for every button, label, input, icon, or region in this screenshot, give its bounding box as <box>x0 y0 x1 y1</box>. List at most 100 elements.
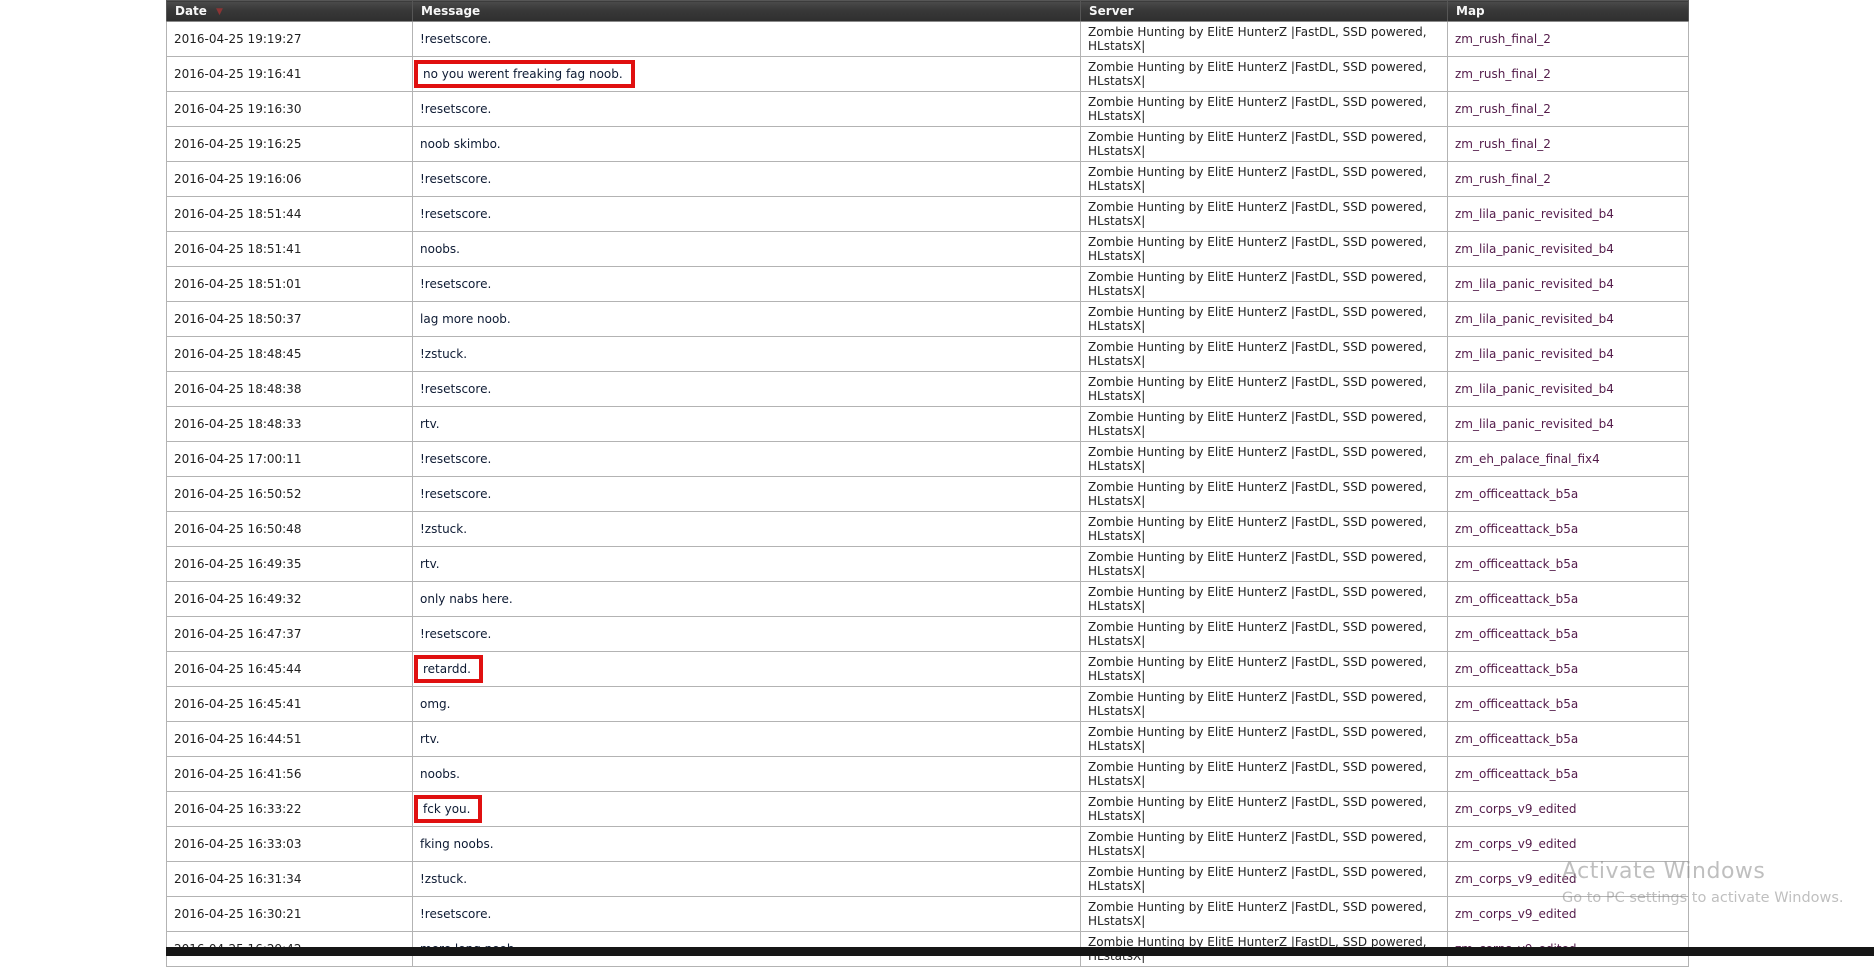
message-text: only nabs here. <box>420 592 513 606</box>
message-cell: !resetscore. <box>412 371 1081 407</box>
server-cell: Zombie Hunting by ElitE HunterZ |FastDL,… <box>1080 441 1448 477</box>
column-header-date[interactable]: Date ▼ <box>166 0 413 22</box>
map-link[interactable]: zm_corps_v9_edited <box>1455 907 1577 921</box>
message-text-red-boxed: retardd. <box>414 655 483 683</box>
date-cell: 2016-04-25 18:51:01 <box>166 266 413 302</box>
message-text: !resetscore. <box>420 102 492 116</box>
map-link[interactable]: zm_corps_v9_edited <box>1455 837 1577 851</box>
column-header-server[interactable]: Server <box>1080 0 1448 22</box>
server-cell: Zombie Hunting by ElitE HunterZ |FastDL,… <box>1080 231 1448 267</box>
map-link[interactable]: zm_lila_panic_revisited_b4 <box>1455 207 1614 221</box>
table-row: 2016-04-25 16:45:44 retardd. Zombie Hunt… <box>166 651 1689 687</box>
server-cell: Zombie Hunting by ElitE HunterZ |FastDL,… <box>1080 896 1448 932</box>
message-cell: !resetscore. <box>412 616 1081 652</box>
message-cell: !resetscore. <box>412 91 1081 127</box>
message-text: rtv. <box>420 417 440 431</box>
map-link[interactable]: zm_rush_final_2 <box>1455 67 1551 81</box>
table-row: 2016-04-25 19:16:06 !resetscore. Zombie … <box>166 161 1689 197</box>
server-cell: Zombie Hunting by ElitE HunterZ |FastDL,… <box>1080 581 1448 617</box>
map-link[interactable]: zm_rush_final_2 <box>1455 172 1551 186</box>
map-link[interactable]: zm_officeattack_b5a <box>1455 697 1578 711</box>
date-cell: 2016-04-25 16:49:32 <box>166 581 413 617</box>
map-cell: zm_lila_panic_revisited_b4 <box>1447 371 1689 407</box>
message-text: fking noobs. <box>420 837 494 851</box>
message-text-red-boxed: no you werent freaking fag noob. <box>414 60 635 88</box>
map-link[interactable]: zm_rush_final_2 <box>1455 102 1551 116</box>
map-cell: zm_lila_panic_revisited_b4 <box>1447 231 1689 267</box>
date-cell: 2016-04-25 16:41:56 <box>166 756 413 792</box>
map-link[interactable]: zm_eh_palace_final_fix4 <box>1455 452 1600 466</box>
message-cell: noobs. <box>412 756 1081 792</box>
map-link[interactable]: zm_corps_v9_edited <box>1455 802 1577 816</box>
message-text: !resetscore. <box>420 382 492 396</box>
date-cell: 2016-04-25 18:48:45 <box>166 336 413 372</box>
message-cell: !resetscore. <box>412 266 1081 302</box>
map-link[interactable]: zm_officeattack_b5a <box>1455 592 1578 606</box>
map-link[interactable]: zm_officeattack_b5a <box>1455 557 1578 571</box>
map-link[interactable]: zm_lila_panic_revisited_b4 <box>1455 312 1614 326</box>
map-link[interactable]: zm_officeattack_b5a <box>1455 487 1578 501</box>
message-cell: rtv. <box>412 406 1081 442</box>
map-cell: zm_officeattack_b5a <box>1447 721 1689 757</box>
column-header-message[interactable]: Message <box>412 0 1081 22</box>
date-cell: 2016-04-25 18:48:38 <box>166 371 413 407</box>
message-text: !resetscore. <box>420 627 492 641</box>
map-cell: zm_rush_final_2 <box>1447 126 1689 162</box>
date-cell: 2016-04-25 16:47:37 <box>166 616 413 652</box>
chat-log-table: Date ▼ Message Server Map 2016-04-25 19:1… <box>166 0 1689 967</box>
message-cell: !resetscore. <box>412 21 1081 57</box>
map-link[interactable]: zm_lila_panic_revisited_b4 <box>1455 347 1614 361</box>
server-cell: Zombie Hunting by ElitE HunterZ |FastDL,… <box>1080 791 1448 827</box>
server-cell: Zombie Hunting by ElitE HunterZ |FastDL,… <box>1080 126 1448 162</box>
table-row: 2016-04-25 18:48:33 rtv. Zombie Hunting … <box>166 406 1689 442</box>
server-cell: Zombie Hunting by ElitE HunterZ |FastDL,… <box>1080 511 1448 547</box>
map-link[interactable]: zm_officeattack_b5a <box>1455 732 1578 746</box>
table-row: 2016-04-25 16:49:32 only nabs here. Zomb… <box>166 581 1689 617</box>
table-row: 2016-04-25 16:50:48 !zstuck. Zombie Hunt… <box>166 511 1689 547</box>
table-row: 2016-04-25 16:30:21 !resetscore. Zombie … <box>166 896 1689 932</box>
map-link[interactable]: zm_officeattack_b5a <box>1455 662 1578 676</box>
date-cell: 2016-04-25 19:16:06 <box>166 161 413 197</box>
server-cell: Zombie Hunting by ElitE HunterZ |FastDL,… <box>1080 686 1448 722</box>
map-link[interactable]: zm_lila_panic_revisited_b4 <box>1455 382 1614 396</box>
date-cell: 2016-04-25 18:48:33 <box>166 406 413 442</box>
map-link[interactable]: zm_lila_panic_revisited_b4 <box>1455 417 1614 431</box>
map-link[interactable]: zm_officeattack_b5a <box>1455 627 1578 641</box>
table-row: 2016-04-25 16:31:34 !zstuck. Zombie Hunt… <box>166 861 1689 897</box>
message-text: !resetscore. <box>420 172 492 186</box>
message-text: !resetscore. <box>420 452 492 466</box>
map-link[interactable]: zm_rush_final_2 <box>1455 137 1551 151</box>
map-cell: zm_rush_final_2 <box>1447 161 1689 197</box>
map-link[interactable]: zm_officeattack_b5a <box>1455 522 1578 536</box>
date-cell: 2016-04-25 16:44:51 <box>166 721 413 757</box>
table-header-row: Date ▼ Message Server Map <box>166 0 1689 22</box>
date-cell: 2016-04-25 19:16:41 <box>166 56 413 92</box>
date-cell: 2016-04-25 16:31:34 <box>166 861 413 897</box>
date-cell: 2016-04-25 16:50:52 <box>166 476 413 512</box>
message-cell: no you werent freaking fag noob. <box>412 56 1081 92</box>
map-link[interactable]: zm_officeattack_b5a <box>1455 767 1578 781</box>
map-link[interactable]: zm_corps_v9_edited <box>1455 872 1577 886</box>
message-text: !zstuck. <box>420 347 468 361</box>
map-cell: zm_lila_panic_revisited_b4 <box>1447 301 1689 337</box>
table-row: 2016-04-25 19:19:27 !resetscore. Zombie … <box>166 21 1689 57</box>
message-cell: !resetscore. <box>412 161 1081 197</box>
message-cell: rtv. <box>412 546 1081 582</box>
map-link[interactable]: zm_rush_final_2 <box>1455 32 1551 46</box>
column-header-map[interactable]: Map <box>1447 0 1689 22</box>
table-row: 2016-04-25 19:16:25 noob skimbo. Zombie … <box>166 126 1689 162</box>
message-cell: lag more noob. <box>412 301 1081 337</box>
column-header-map-label: Map <box>1456 4 1485 18</box>
server-cell: Zombie Hunting by ElitE HunterZ |FastDL,… <box>1080 651 1448 687</box>
message-cell: !resetscore. <box>412 441 1081 477</box>
date-cell: 2016-04-25 18:51:41 <box>166 231 413 267</box>
table-row: 2016-04-25 18:51:01 !resetscore. Zombie … <box>166 266 1689 302</box>
map-link[interactable]: zm_lila_panic_revisited_b4 <box>1455 277 1614 291</box>
map-cell: zm_officeattack_b5a <box>1447 616 1689 652</box>
map-link[interactable]: zm_lila_panic_revisited_b4 <box>1455 242 1614 256</box>
message-cell: fck you. <box>412 791 1081 827</box>
server-cell: Zombie Hunting by ElitE HunterZ |FastDL,… <box>1080 616 1448 652</box>
map-cell: zm_lila_panic_revisited_b4 <box>1447 406 1689 442</box>
date-cell: 2016-04-25 16:50:48 <box>166 511 413 547</box>
table-row: 2016-04-25 16:45:41 omg. Zombie Hunting … <box>166 686 1689 722</box>
